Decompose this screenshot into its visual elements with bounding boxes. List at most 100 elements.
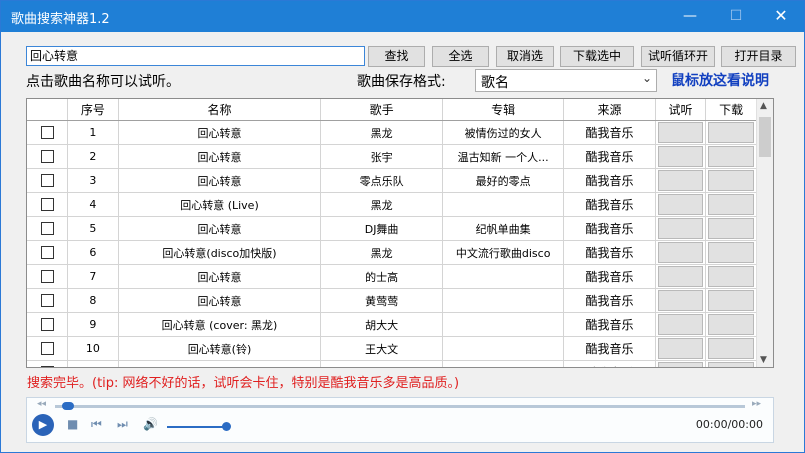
checkbox[interactable] [27,360,69,367]
find-button[interactable]: 查找 [368,46,425,67]
cell-name[interactable]: 回心转意(disco加快版) [118,240,322,265]
preview-button[interactable] [655,120,707,145]
download-button[interactable] [705,144,757,169]
preview-button[interactable] [655,216,707,241]
download-button[interactable] [708,290,754,311]
preview-button[interactable] [655,264,707,289]
volume-slider[interactable] [167,426,229,428]
download-button[interactable] [705,168,757,193]
row-checkbox[interactable] [40,126,54,140]
preview-button[interactable] [657,218,704,239]
cell-name[interactable]: 回心转意 [118,216,322,241]
checkbox[interactable] [27,336,69,361]
download-button[interactable] [705,192,757,217]
row-checkbox[interactable] [40,270,54,284]
table-row[interactable]: 7 回心转意 的士高 酷我音乐 [27,264,757,289]
scroll-up-icon[interactable]: ▲ [760,101,767,111]
preview-button[interactable] [655,288,707,313]
column-header-preview[interactable]: 试听 [655,99,707,121]
download-button[interactable] [705,288,757,313]
preview-button[interactable] [657,362,704,367]
table-row[interactable]: 1 回心转意 黑龙 被情伤过的女人 酷我音乐 [27,120,757,145]
preview-button[interactable] [657,170,704,191]
checkbox[interactable] [27,264,69,289]
download-button[interactable] [708,146,754,167]
download-button[interactable] [708,362,754,367]
column-header-singer[interactable]: 歌手 [320,99,443,121]
table-row[interactable]: 4 回心转意 (Live) 黑龙 酷我音乐 [27,192,757,217]
row-checkbox[interactable] [40,318,54,332]
download-button[interactable] [705,360,757,367]
row-checkbox[interactable] [40,342,54,356]
download-button[interactable] [705,312,757,337]
close-button[interactable]: ✕ [758,1,804,32]
previous-icon[interactable]: ⏮ [91,417,102,432]
checkbox[interactable] [27,288,69,313]
table-row[interactable]: 5 回心转意 DJ舞曲 纪帆单曲集 酷我音乐 [27,216,757,241]
download-button[interactable] [708,218,754,239]
cell-name[interactable]: 回心转意 [118,288,322,313]
format-select[interactable]: 歌名 ⌄ [475,69,657,92]
play-button[interactable]: ▶ [32,414,54,436]
volume-icon[interactable]: 🔊 [143,417,158,431]
preview-button[interactable] [657,194,704,215]
row-checkbox[interactable] [40,198,54,212]
cell-name[interactable]: 回心转意(DQ654.Dj 加快版) [118,360,322,367]
column-header-download[interactable]: 下载 [705,99,757,121]
deselect-button[interactable]: 取消选 [496,46,554,67]
download-button[interactable] [708,122,754,143]
row-checkbox[interactable] [40,246,54,260]
column-header-source[interactable]: 来源 [563,99,656,121]
preview-button[interactable] [655,360,707,367]
cell-name[interactable]: 回心转意 (cover: 黑龙) [118,312,322,337]
download-button[interactable] [705,120,757,145]
vertical-scrollbar[interactable]: ▲ ▼ [756,99,773,367]
download-button[interactable] [705,216,757,241]
help-link[interactable]: 鼠标放这看说明 [671,70,769,90]
loop-preview-button[interactable]: 试听循环开 [641,46,715,67]
row-checkbox[interactable] [40,222,54,236]
preview-button[interactable] [655,168,707,193]
maximize-button[interactable]: ☐ [713,1,759,32]
preview-button[interactable] [657,290,704,311]
preview-button[interactable] [657,314,704,335]
download-button[interactable] [708,194,754,215]
download-selected-button[interactable]: 下载选中 [560,46,634,67]
download-button[interactable] [708,314,754,335]
search-input[interactable]: 回心转意 [26,46,365,66]
download-button[interactable] [705,336,757,361]
row-checkbox[interactable] [40,366,54,367]
select-all-button[interactable]: 全选 [432,46,489,67]
open-folder-button[interactable]: 打开目录 [721,46,796,67]
preview-button[interactable] [655,240,707,265]
scrollbar-thumb[interactable] [759,117,771,157]
preview-button[interactable] [657,146,704,167]
column-header-album[interactable]: 专辑 [442,99,565,121]
download-button[interactable] [705,240,757,265]
preview-button[interactable] [655,336,707,361]
table-row[interactable]: 6 回心转意(disco加快版) 黑龙 中文流行歌曲disco 酷我音乐 [27,240,757,265]
preview-button[interactable] [657,242,704,263]
cell-name[interactable]: 回心转意(铃) [118,336,322,361]
checkbox[interactable] [27,240,69,265]
download-button[interactable] [708,338,754,359]
download-button[interactable] [708,170,754,191]
cell-name[interactable]: 回心转意 [118,264,322,289]
cell-name[interactable]: 回心转意 [118,120,322,145]
checkbox[interactable] [27,312,69,337]
seek-bar[interactable] [55,405,745,408]
preview-button[interactable] [657,266,704,287]
table-row[interactable]: 11回心转意(DQ654.Dj 加快版)DJ舞曲 酷我音乐 [27,360,757,367]
checkbox[interactable] [27,120,69,145]
table-row[interactable]: 2 回心转意 张宇 温古知新 一个人... 酷我音乐 [27,144,757,169]
minimize-button[interactable]: — [667,1,713,32]
table-row[interactable]: 10 回心转意(铃) 王大文 酷我音乐 [27,336,757,361]
cell-name[interactable]: 回心转意 [118,168,322,193]
column-header-number[interactable]: 序号 [67,99,119,121]
download-button[interactable] [705,264,757,289]
next-icon[interactable]: ⏭ [117,417,128,432]
download-button[interactable] [708,242,754,263]
download-button[interactable] [708,266,754,287]
checkbox[interactable] [27,216,69,241]
table-row[interactable]: 9 回心转意 (cover: 黑龙) 胡大大 酷我音乐 [27,312,757,337]
